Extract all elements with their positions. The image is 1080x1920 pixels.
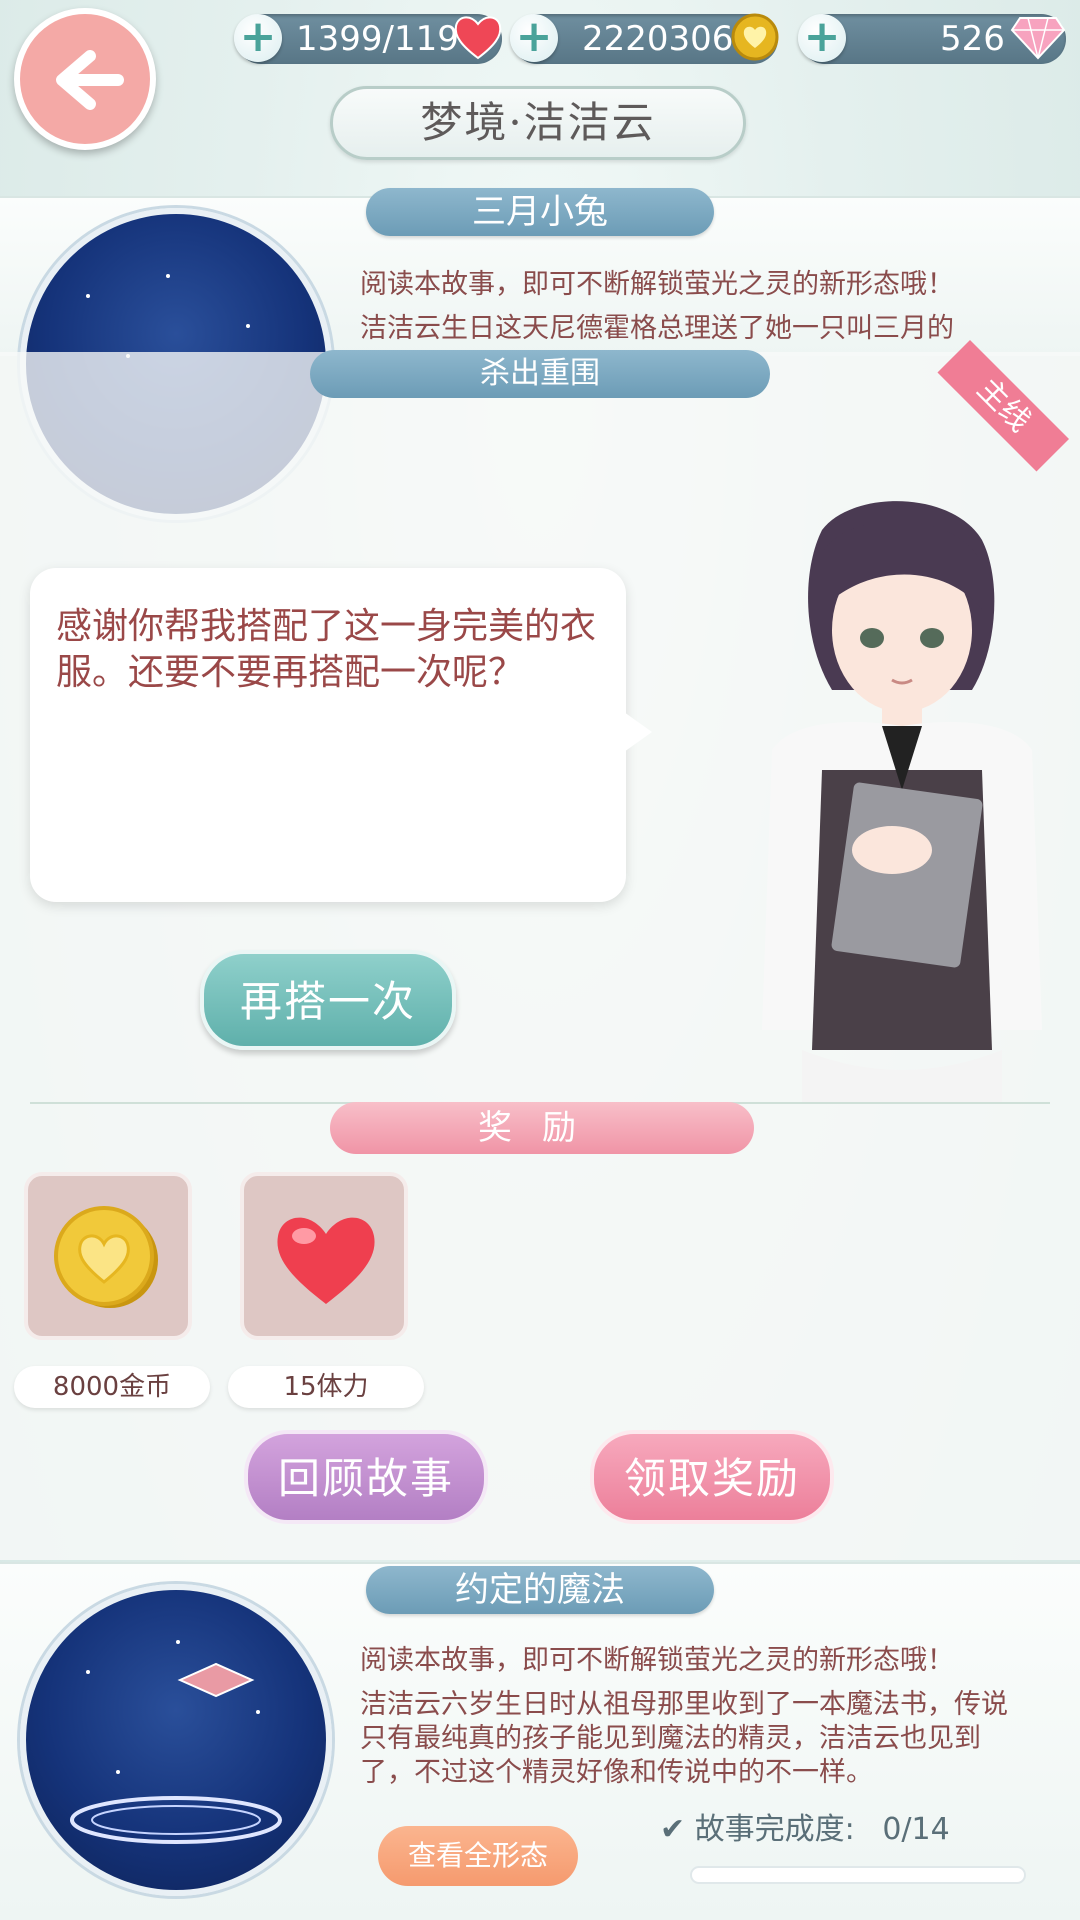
story-bottom-banner: 约定的魔法 [366, 1566, 714, 1614]
story-bottom-orb-image [20, 1584, 332, 1896]
reward-gold-label: 8000金币 [14, 1366, 210, 1408]
back-button[interactable] [14, 8, 156, 150]
add-stamina-button[interactable]: + [234, 14, 282, 62]
progress-label: 故事完成度: [694, 1812, 855, 1847]
heart-icon [277, 1217, 375, 1304]
story-progress: ✔ 故事完成度: 0/14 [660, 1804, 1040, 1848]
page-title: 梦境·洁洁云 [330, 86, 746, 160]
gem-value: 526 [940, 19, 1005, 59]
character-portrait [762, 501, 1042, 1102]
gold-value: 2220306 [582, 19, 734, 59]
reward-stamina-label: 15体力 [228, 1366, 424, 1408]
dialog-tail-icon [624, 712, 652, 752]
check-icon: ✔ [660, 1812, 686, 1847]
story-bottom-desc-1: 阅读本故事，即可不断解锁萤光之灵的新形态哦！ [360, 1645, 954, 1676]
gold-coin-icon [731, 13, 779, 61]
reward-item-gold[interactable] [24, 1172, 192, 1340]
reward-banner: 奖励 [330, 1102, 754, 1154]
review-story-button[interactable]: 回顾故事 [244, 1430, 488, 1524]
claim-reward-button[interactable]: 领取奖励 [590, 1430, 834, 1524]
view-all-forms-button[interactable]: 查看全形态 [378, 1826, 578, 1886]
story-bottom-desc-2: 洁洁云六岁生日时从祖母那里收到了一本魔法书，传说只有最纯真的孩子能见到魔法的精灵… [360, 1689, 1008, 1788]
story-top-desc-2: 洁洁云生日这天尼德霍格总理送了她一只叫三月的 [360, 313, 954, 344]
story-top-desc-1: 阅读本故事，即可不断解锁萤光之灵的新形态哦！ [360, 269, 954, 300]
dialog-text: 感谢你帮我搭配了这一身完美的衣服。还要不要再搭配一次呢？ [56, 606, 597, 693]
progress-value: 0/14 [882, 1812, 950, 1847]
reward-item-stamina[interactable] [240, 1172, 408, 1340]
magic-book-icon [177, 1662, 255, 1698]
dialog-bubble: 感谢你帮我搭配了这一身完美的衣服。还要不要再搭配一次呢？ [30, 568, 626, 902]
diamond-icon [1010, 17, 1066, 60]
chapter-banner: 杀出重围 [310, 350, 770, 398]
add-gold-button[interactable]: + [510, 14, 558, 62]
heart-icon [454, 16, 502, 60]
stamina-value: 1399/119 [296, 19, 459, 59]
outfit-again-button[interactable]: 再搭一次 [200, 950, 456, 1050]
add-gem-button[interactable]: + [798, 14, 846, 62]
story-top-banner: 三月小兔 [366, 188, 714, 236]
magic-circle-icon [70, 1796, 282, 1844]
back-arrow-icon [56, 50, 124, 110]
gold-coin-icon [54, 1206, 158, 1308]
progress-bar [690, 1866, 1026, 1884]
